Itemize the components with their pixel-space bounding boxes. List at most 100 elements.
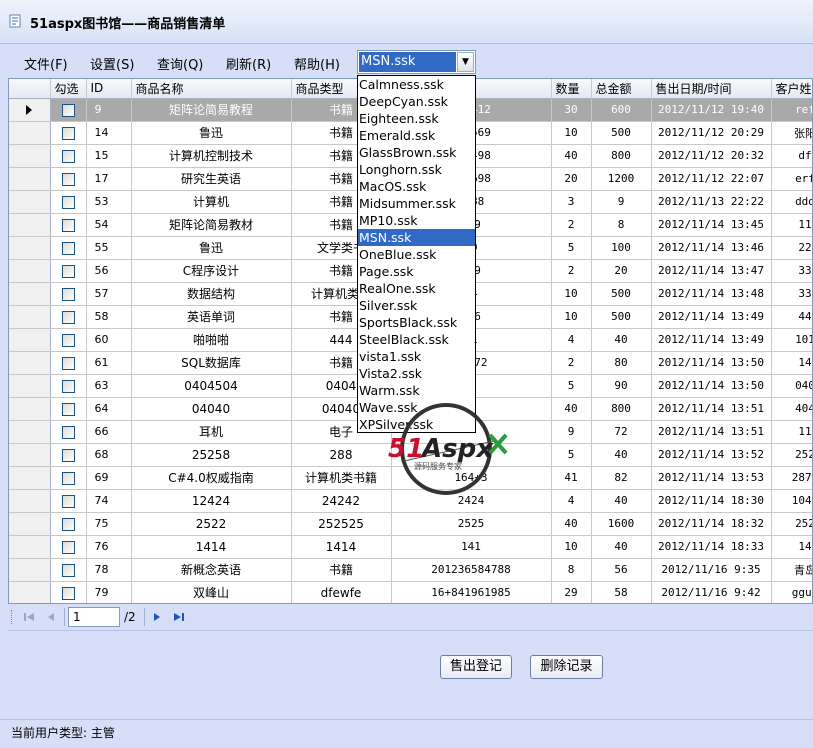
skin-option[interactable]: OneBlue.ssk: [358, 246, 475, 263]
cell-id[interactable]: 55: [86, 236, 132, 260]
cell-total[interactable]: 90: [591, 374, 652, 398]
cell-id[interactable]: 78: [86, 558, 132, 582]
cell-name[interactable]: 啪啪啪: [131, 328, 292, 352]
cell-id[interactable]: 60: [86, 328, 132, 352]
cell-qty[interactable]: 2: [551, 259, 592, 283]
cell-name[interactable]: 04040: [131, 397, 292, 421]
cell-qty[interactable]: 2: [551, 213, 592, 237]
row-checkbox[interactable]: [61, 103, 75, 117]
row-checkbox[interactable]: [61, 494, 75, 508]
table-row[interactable]: 76 1414 1414 141 10 40 2012/11/14 18:33 14: [9, 535, 812, 559]
cell-qty[interactable]: 40: [551, 144, 592, 168]
cell-date[interactable]: 2012/11/14 18:30: [651, 489, 772, 513]
col-header-name[interactable]: 商品名称: [131, 79, 292, 99]
row-checkbox-cell[interactable]: [50, 213, 87, 237]
table-row[interactable]: 78 新概念英语 书籍 201236584788 8 56 2012/11/16 9:35 青…: [9, 558, 812, 582]
cell-customer[interactable]: 33: [771, 259, 812, 283]
cell-customer[interactable]: 1040: [771, 489, 812, 513]
cell-date[interactable]: 2012/11/14 13:46: [651, 236, 772, 260]
skin-option[interactable]: RealOne.ssk: [358, 280, 475, 297]
cell-code[interactable]: 2424: [391, 489, 552, 513]
cell-qty[interactable]: 10: [551, 282, 592, 306]
cell-total[interactable]: 600: [591, 98, 652, 122]
cell-type[interactable]: 1414: [291, 535, 392, 559]
skin-select[interactable]: MSN.ssk ▼: [357, 50, 476, 74]
cell-name[interactable]: C程序设计: [131, 259, 292, 283]
cell-date[interactable]: 2012/11/14 13:50: [651, 351, 772, 375]
cell-name[interactable]: 英语单词: [131, 305, 292, 329]
cell-total[interactable]: 40: [591, 328, 652, 352]
cell-id[interactable]: 66: [86, 420, 132, 444]
cell-qty[interactable]: 41: [551, 466, 592, 490]
skin-option[interactable]: Calmness.ssk: [358, 76, 475, 93]
cell-type[interactable]: 书籍: [291, 558, 392, 582]
cell-customer[interactable]: 2875: [771, 466, 812, 490]
skin-option[interactable]: MP10.ssk: [358, 212, 475, 229]
cell-name[interactable]: C#4.0权威指南: [131, 466, 292, 490]
row-checkbox[interactable]: [61, 379, 75, 393]
row-checkbox[interactable]: [61, 310, 75, 324]
cell-id[interactable]: 64: [86, 397, 132, 421]
cell-name[interactable]: 2522: [131, 512, 292, 536]
cell-total[interactable]: 20: [591, 259, 652, 283]
cell-total[interactable]: 800: [591, 144, 652, 168]
next-page-icon[interactable]: [150, 610, 164, 624]
row-header[interactable]: [9, 466, 51, 490]
row-checkbox[interactable]: [61, 586, 75, 600]
cell-customer[interactable]: 22: [771, 236, 812, 260]
cell-id[interactable]: 79: [86, 581, 132, 603]
cell-customer[interactable]: 44: [771, 305, 812, 329]
row-checkbox-cell[interactable]: [50, 167, 87, 191]
row-checkbox[interactable]: [61, 333, 75, 347]
menu-settings[interactable]: 设置(S): [90, 54, 134, 73]
row-header[interactable]: [9, 489, 51, 513]
row-checkbox-cell[interactable]: [50, 420, 87, 444]
cell-customer[interactable]: 11: [771, 213, 812, 237]
cell-id[interactable]: 76: [86, 535, 132, 559]
cell-name[interactable]: 计算机控制技术: [131, 144, 292, 168]
row-checkbox-cell[interactable]: [50, 121, 87, 145]
cell-qty[interactable]: 10: [551, 535, 592, 559]
menu-query[interactable]: 查询(Q): [157, 54, 203, 73]
cell-id[interactable]: 57: [86, 282, 132, 306]
cell-customer[interactable]: 11: [771, 420, 812, 444]
cell-code[interactable]: 16+841961985: [391, 581, 552, 603]
cell-qty[interactable]: 30: [551, 98, 592, 122]
cell-customer[interactable]: 33: [771, 282, 812, 306]
last-page-icon[interactable]: [172, 610, 186, 624]
cell-code[interactable]: 2525: [391, 512, 552, 536]
cell-id[interactable]: 14: [86, 121, 132, 145]
cell-qty[interactable]: 40: [551, 512, 592, 536]
cell-customer[interactable]: 14: [771, 535, 812, 559]
cell-total[interactable]: 40: [591, 489, 652, 513]
cell-date[interactable]: 2012/11/14 18:32: [651, 512, 772, 536]
row-checkbox-cell[interactable]: [50, 351, 87, 375]
cell-qty[interactable]: 20: [551, 167, 592, 191]
cell-qty[interactable]: 10: [551, 121, 592, 145]
row-header[interactable]: [9, 420, 51, 444]
row-header[interactable]: [9, 167, 51, 191]
cell-id[interactable]: 56: [86, 259, 132, 283]
cell-id[interactable]: 53: [86, 190, 132, 214]
row-header[interactable]: [9, 443, 51, 467]
dropdown-arrow-icon[interactable]: ▼: [457, 52, 474, 72]
cell-type[interactable]: 288: [291, 443, 392, 467]
col-header-customer[interactable]: 客户姓…: [771, 79, 812, 99]
cell-name[interactable]: 耳机: [131, 420, 292, 444]
row-checkbox-cell[interactable]: [50, 190, 87, 214]
sell-register-button[interactable]: 售出登记: [440, 655, 512, 679]
cell-date[interactable]: 2012/11/14 13:48: [651, 282, 772, 306]
row-checkbox[interactable]: [61, 402, 75, 416]
skin-option[interactable]: SportsBlack.ssk: [358, 314, 475, 331]
cell-total[interactable]: 8: [591, 213, 652, 237]
cell-date[interactable]: 2012/11/14 13:53: [651, 466, 772, 490]
row-header[interactable]: [9, 374, 51, 398]
row-checkbox[interactable]: [61, 241, 75, 255]
row-checkbox[interactable]: [61, 448, 75, 462]
skin-option[interactable]: vista1.ssk: [358, 348, 475, 365]
cell-date[interactable]: 2012/11/12 19:40: [651, 98, 772, 122]
cell-customer[interactable]: 101: [771, 328, 812, 352]
cell-qty[interactable]: 5: [551, 236, 592, 260]
row-header[interactable]: [9, 351, 51, 375]
cell-id[interactable]: 15: [86, 144, 132, 168]
